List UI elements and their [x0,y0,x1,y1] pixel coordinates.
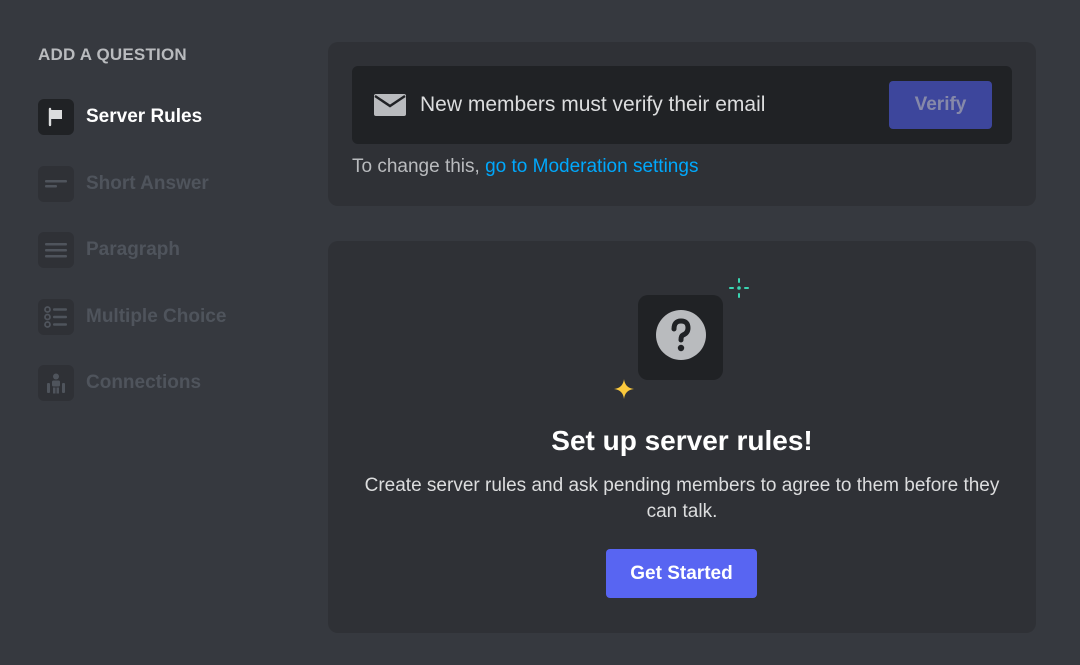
question-mark-icon [655,309,707,366]
sidebar-item-connections[interactable]: Connections [38,365,298,401]
sidebar-heading: ADD A QUESTION [38,45,187,64]
sidebar-item-label: Server Rules [86,106,203,127]
sidebar-item-server-rules[interactable]: Server Rules [38,99,298,135]
star-sparkle-icon [614,379,634,404]
paragraph-icon [38,232,74,268]
moderation-hint-prefix: To change this, [352,156,480,177]
flag-icon [38,99,74,135]
onboarding-screen: ADD A QUESTION Server Rules Short Answer… [0,0,1080,665]
question-mark-tile [638,295,723,380]
get-started-button[interactable]: Get Started [606,549,757,598]
sidebar-item-multiple-choice[interactable]: Multiple Choice [38,298,298,335]
verification-banner: New members must verify their email Veri… [352,66,1012,144]
moderation-hint: To change this, go to Moderation setting… [352,156,698,178]
sidebar-item-label: Multiple Choice [86,305,227,327]
question-type-sidebar: ADD A QUESTION Server Rules Short Answer… [38,44,298,432]
verification-message: New members must verify their email [420,93,766,116]
verification-card: New members must verify their email Veri… [328,42,1036,206]
sidebar-item-paragraph[interactable]: Paragraph [38,232,298,268]
empty-state-description: Create server rules and ask pending memb… [364,475,1000,522]
moderation-settings-link[interactable]: go to Moderation settings [485,156,698,177]
short-answer-icon [38,165,74,202]
sidebar-item-short-answer[interactable]: Short Answer [38,165,298,202]
server-rules-empty-state: Set up server rules! Create server rules… [328,241,1036,633]
sidebar-item-label: Short Answer [86,172,209,194]
sidebar-items: Server Rules Short Answer Paragraph Mult… [38,99,298,401]
verify-button[interactable]: Verify [889,81,992,129]
multiple-choice-icon [38,298,74,335]
sparkle-icon [728,277,750,304]
sidebar-item-label: Paragraph [86,239,180,260]
empty-state-title: Set up server rules! [551,425,813,456]
sidebar-item-label: Connections [86,372,202,393]
connections-icon [38,365,74,401]
envelope-icon [374,94,406,116]
